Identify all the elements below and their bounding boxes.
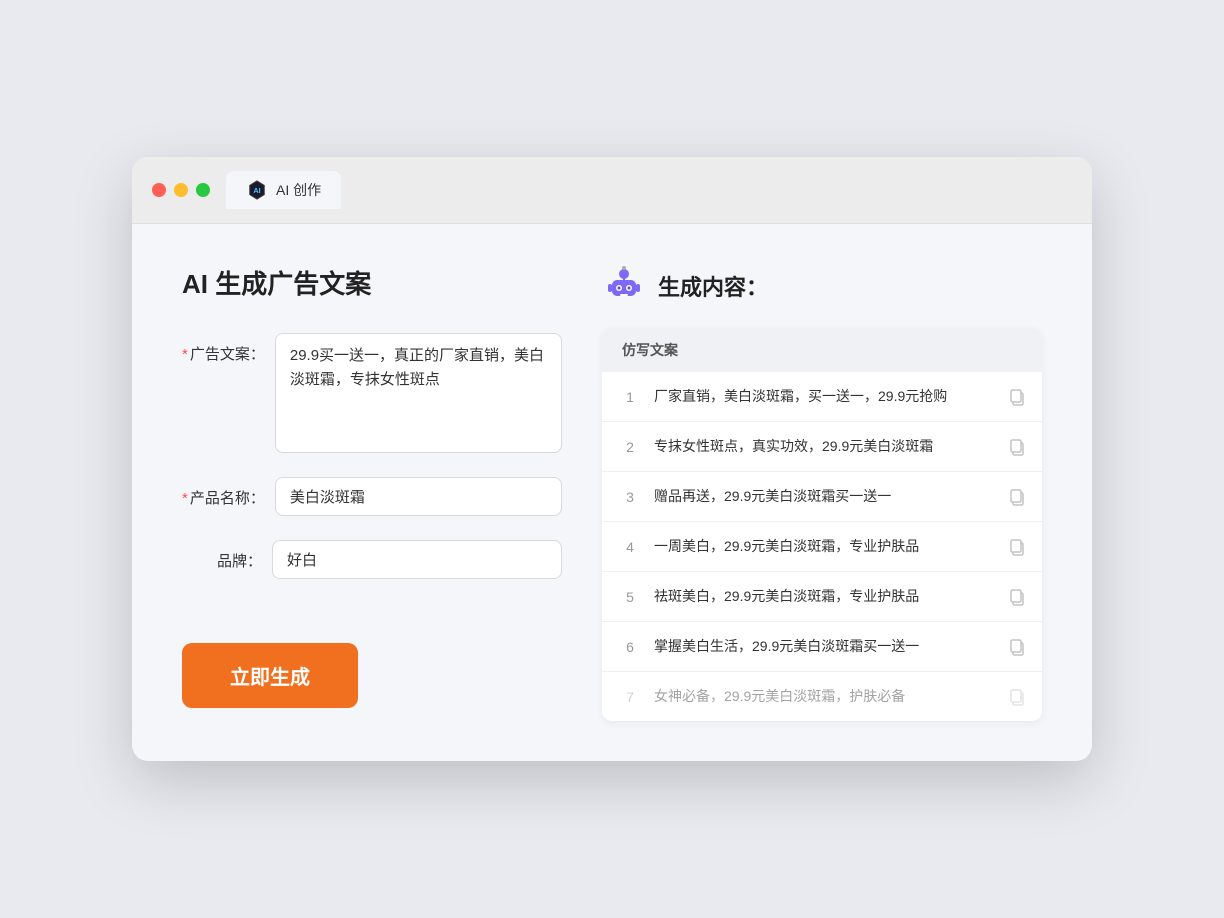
copy-icon[interactable] (1008, 638, 1026, 656)
row-number: 6 (618, 639, 642, 655)
table-row: 7 女神必备，29.9元美白淡斑霜，护肤必备 (602, 672, 1042, 721)
table-row: 3 赠品再送，29.9元美白淡斑霜买一送一 (602, 472, 1042, 522)
copy-icon[interactable] (1008, 438, 1026, 456)
row-text: 祛斑美白，29.9元美白淡斑霜，专业护肤品 (654, 586, 996, 607)
copy-icon[interactable] (1008, 538, 1026, 556)
table-row: 4 一周美白，29.9元美白淡斑霜，专业护肤品 (602, 522, 1042, 572)
row-text: 女神必备，29.9元美白淡斑霜，护肤必备 (654, 686, 996, 707)
table-row: 2 专抹女性斑点，真实功效，29.9元美白淡斑霜 (602, 422, 1042, 472)
ad-copy-label: *广告文案： (182, 333, 275, 364)
row-text: 赠品再送，29.9元美白淡斑霜买一送一 (654, 486, 996, 507)
traffic-lights (152, 183, 210, 197)
row-number: 3 (618, 489, 642, 505)
table-header: 仿写文案 (602, 328, 1042, 372)
copy-icon[interactable] (1008, 688, 1026, 706)
tab-label: AI 创作 (276, 180, 321, 200)
ad-copy-row: *广告文案： 29.9买一送一，真正的厂家直销，美白淡斑霜，专抹女性斑点 (182, 333, 562, 453)
row-text: 厂家直销，美白淡斑霜，买一送一，29.9元抢购 (654, 386, 996, 407)
required-star-1: * (182, 346, 188, 363)
tab-ai-creation[interactable]: AI AI 创作 (226, 171, 341, 209)
copy-icon[interactable] (1008, 488, 1026, 506)
copy-icon[interactable] (1008, 388, 1026, 406)
required-star-2: * (182, 490, 188, 507)
maximize-button[interactable] (196, 183, 210, 197)
result-table: 仿写文案 1 厂家直销，美白淡斑霜，买一送一，29.9元抢购 2 专抹女性斑点，… (602, 328, 1042, 721)
result-header: 生成内容： (602, 264, 1042, 308)
ad-copy-input[interactable]: 29.9买一送一，真正的厂家直销，美白淡斑霜，专抹女性斑点 (275, 333, 562, 453)
ai-tab-icon: AI (246, 179, 268, 201)
row-text: 一周美白，29.9元美白淡斑霜，专业护肤品 (654, 536, 996, 557)
browser-window: AI AI 创作 AI 生成广告文案 *广告文案： 29.9买一送一，真正的厂家… (132, 157, 1092, 761)
table-row: 6 掌握美白生活，29.9元美白淡斑霜买一送一 (602, 622, 1042, 672)
close-button[interactable] (152, 183, 166, 197)
product-name-label: *产品名称： (182, 477, 275, 508)
generate-button[interactable]: 立即生成 (182, 643, 358, 708)
page-title: AI 生成广告文案 (182, 264, 562, 301)
row-number: 5 (618, 589, 642, 605)
brand-input[interactable] (272, 540, 562, 579)
table-row: 5 祛斑美白，29.9元美白淡斑霜，专业护肤品 (602, 572, 1042, 622)
row-number: 1 (618, 389, 642, 405)
robot-icon (602, 264, 646, 308)
main-content: AI 生成广告文案 *广告文案： 29.9买一送一，真正的厂家直销，美白淡斑霜，… (132, 224, 1092, 761)
right-panel: 生成内容： 仿写文案 1 厂家直销，美白淡斑霜，买一送一，29.9元抢购 2 专… (602, 264, 1042, 721)
svg-text:AI: AI (253, 186, 260, 195)
titlebar: AI AI 创作 (132, 157, 1092, 224)
row-number: 7 (618, 689, 642, 705)
brand-row: 品牌： (182, 540, 562, 579)
copy-icon[interactable] (1008, 588, 1026, 606)
left-panel: AI 生成广告文案 *广告文案： 29.9买一送一，真正的厂家直销，美白淡斑霜，… (182, 264, 562, 721)
product-name-row: *产品名称： (182, 477, 562, 516)
brand-label: 品牌： (182, 540, 272, 571)
minimize-button[interactable] (174, 183, 188, 197)
row-text: 专抹女性斑点，真实功效，29.9元美白淡斑霜 (654, 436, 996, 457)
result-title: 生成内容： (658, 270, 768, 302)
row-number: 2 (618, 439, 642, 455)
row-text: 掌握美白生活，29.9元美白淡斑霜买一送一 (654, 636, 996, 657)
table-row: 1 厂家直销，美白淡斑霜，买一送一，29.9元抢购 (602, 372, 1042, 422)
product-name-input[interactable] (275, 477, 562, 516)
result-rows-container: 1 厂家直销，美白淡斑霜，买一送一，29.9元抢购 2 专抹女性斑点，真实功效，… (602, 372, 1042, 721)
row-number: 4 (618, 539, 642, 555)
